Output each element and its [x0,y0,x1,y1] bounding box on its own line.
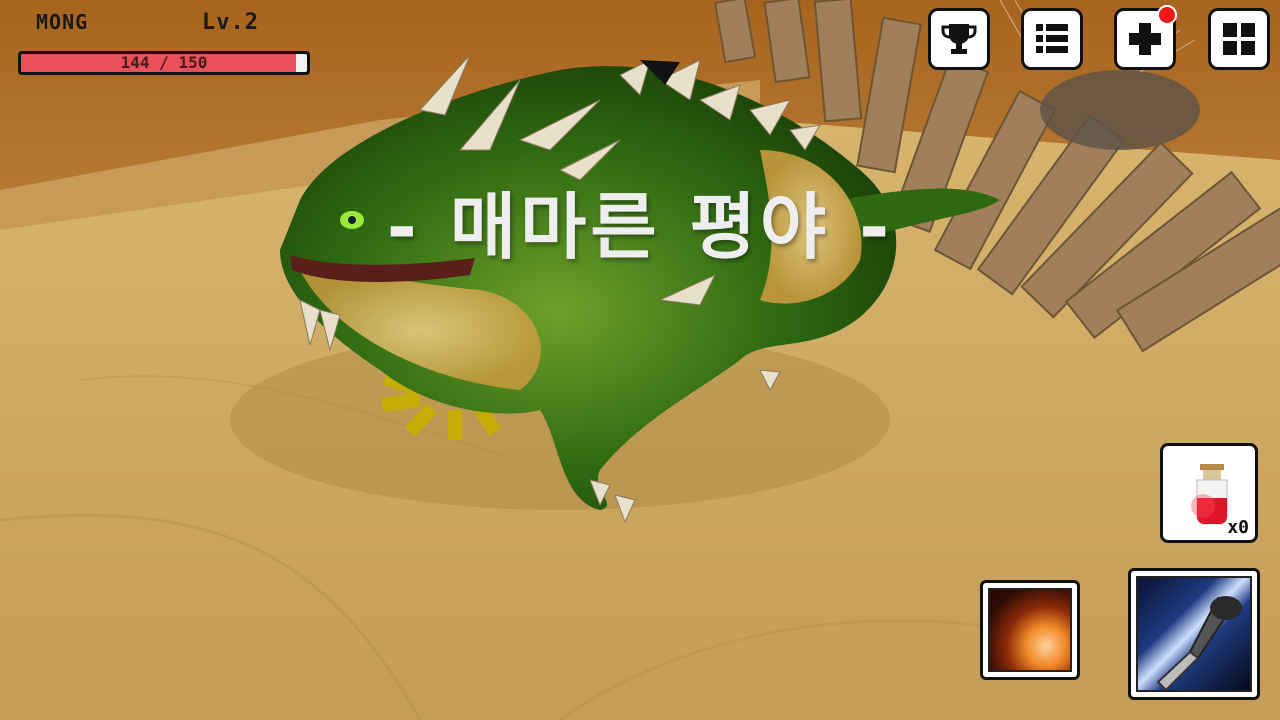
skill-button-fire[interactable] [980,580,1080,680]
hp-bar-track: 144 / 150 [21,54,307,72]
area-title: - 매마른 평야 - [386,185,894,269]
sword-icon [1156,596,1242,690]
achievements-button[interactable] [928,8,990,70]
trophy-icon [941,24,977,54]
notification-dot [1157,5,1177,25]
hp-text: 144 / 150 [120,54,208,72]
list-icon [1036,24,1068,53]
game-scene [0,0,1280,720]
potion-count: x0 [1227,517,1249,538]
plus-icon [1129,23,1161,55]
skill-button-sword[interactable] [1128,568,1260,700]
menu-grid-button[interactable] [1208,8,1270,70]
potion-slot[interactable]: x0 [1160,443,1258,543]
player-name: MONG [36,10,89,34]
player-level: Lv.2 [202,10,259,35]
grid-icon [1223,23,1255,55]
stats-plus-button[interactable] [1114,5,1177,70]
fire-swirl-skill-icon [988,588,1072,672]
hp-bar: 144 / 150 [18,51,310,75]
quest-list-button[interactable] [1021,8,1083,70]
sword-slash-skill-icon [1136,576,1252,692]
